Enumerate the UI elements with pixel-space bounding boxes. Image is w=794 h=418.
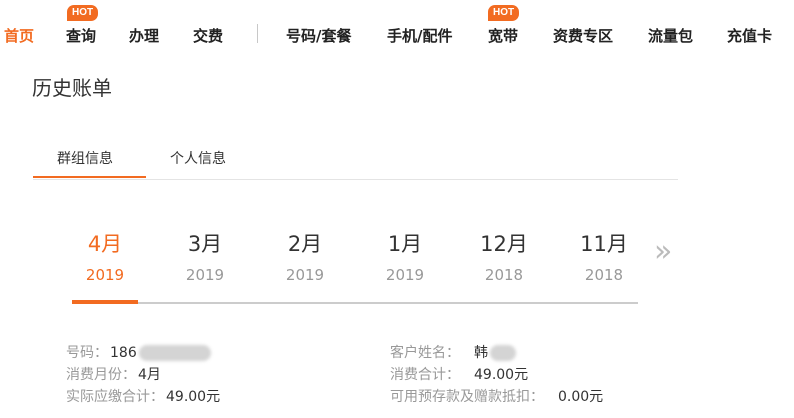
tab-group-info[interactable]: 群组信息 — [57, 148, 113, 168]
info-customer-name: 客户姓名： 韩 — [390, 342, 516, 362]
info-prepaid-deduction: 可用预存款及赠款抵扣： 0.00元 — [390, 386, 603, 406]
month-item-2019-02[interactable]: 2月 2019 — [265, 228, 345, 284]
redacted-mask — [138, 345, 211, 361]
nav-item-handle[interactable]: 办理 — [129, 25, 159, 46]
hot-badge: HOT — [488, 5, 520, 21]
number-label: 号码： — [66, 345, 108, 361]
name-value: 韩 — [474, 345, 488, 361]
payable-total-label: 实际应缴合计： — [66, 389, 164, 405]
page-title: 历史账单 — [32, 76, 112, 100]
year-label: 2019 — [285, 266, 325, 284]
year-label: 2019 — [85, 266, 125, 284]
info-payable-total: 实际应缴合计： 49.00元 — [66, 386, 220, 406]
chevron-right-double-icon[interactable]: » — [654, 234, 672, 269]
year-label: 2018 — [584, 266, 624, 284]
name-label: 客户姓名： — [390, 345, 460, 361]
redacted-mask — [490, 345, 516, 361]
bill-month-value: 4月 — [138, 367, 161, 383]
month-item-2019-01[interactable]: 1月 2019 — [365, 228, 445, 284]
prepaid-deduction-label: 可用预存款及赠款抵扣： — [390, 389, 544, 405]
payable-total-value: 49.00元 — [166, 389, 221, 405]
month-label: 12月 — [480, 232, 528, 256]
info-consumption-total: 消费合计： 49.00元 — [390, 364, 528, 384]
month-item-2019-04[interactable]: 4月 2019 — [65, 228, 145, 284]
nav-item-number-plan[interactable]: 号码/套餐 — [286, 25, 351, 46]
nav-item-pay[interactable]: 交费 — [193, 25, 223, 46]
nav-item-tariff-zone[interactable]: 资费专区 — [553, 25, 613, 46]
nav-item-phone-accessories[interactable]: 手机/配件 — [387, 25, 452, 46]
month-label: 4月 — [87, 232, 123, 256]
nav-item-data-pack[interactable]: 流量包 — [648, 25, 693, 46]
top-nav: 首页 HOT 查询 办理 交费 号码/套餐 手机/配件 HOT 宽带 资费专区 … — [0, 0, 794, 62]
month-active-indicator — [72, 300, 138, 304]
history-bill-panel: 历史账单 群组信息 个人信息 4月 2019 3月 2019 2月 2019 1… — [0, 62, 794, 418]
prepaid-deduction-value: 0.00元 — [558, 389, 604, 405]
info-number: 号码： 186 — [66, 342, 211, 362]
tab-active-indicator — [33, 176, 146, 178]
nav-item-home[interactable]: 首页 — [4, 25, 34, 46]
tabs-divider — [33, 179, 678, 180]
number-value: 186 — [110, 345, 137, 361]
month-item-2018-12[interactable]: 12月 2018 — [464, 228, 544, 284]
month-label: 2月 — [287, 232, 323, 256]
year-label: 2019 — [185, 266, 225, 284]
hot-badge: HOT — [67, 5, 99, 21]
bill-month-label: 消费月份： — [66, 367, 136, 383]
month-label: 1月 — [387, 232, 423, 256]
consumption-total-value: 49.00元 — [474, 367, 529, 383]
nav-item-query[interactable]: 查询 — [66, 25, 96, 46]
year-label: 2018 — [484, 266, 524, 284]
consumption-total-label: 消费合计： — [390, 367, 460, 383]
info-bill-month: 消费月份： 4月 — [66, 364, 161, 384]
month-item-2019-03[interactable]: 3月 2019 — [165, 228, 245, 284]
nav-item-broadband[interactable]: 宽带 — [488, 25, 518, 46]
month-label: 3月 — [187, 232, 223, 256]
month-item-2018-11[interactable]: 11月 2018 — [564, 228, 644, 284]
nav-divider — [257, 24, 258, 43]
nav-item-recharge-card[interactable]: 充值卡 — [727, 25, 772, 46]
month-label: 11月 — [580, 232, 628, 256]
year-label: 2019 — [385, 266, 425, 284]
tab-personal-info[interactable]: 个人信息 — [170, 148, 226, 168]
month-track — [72, 302, 638, 304]
